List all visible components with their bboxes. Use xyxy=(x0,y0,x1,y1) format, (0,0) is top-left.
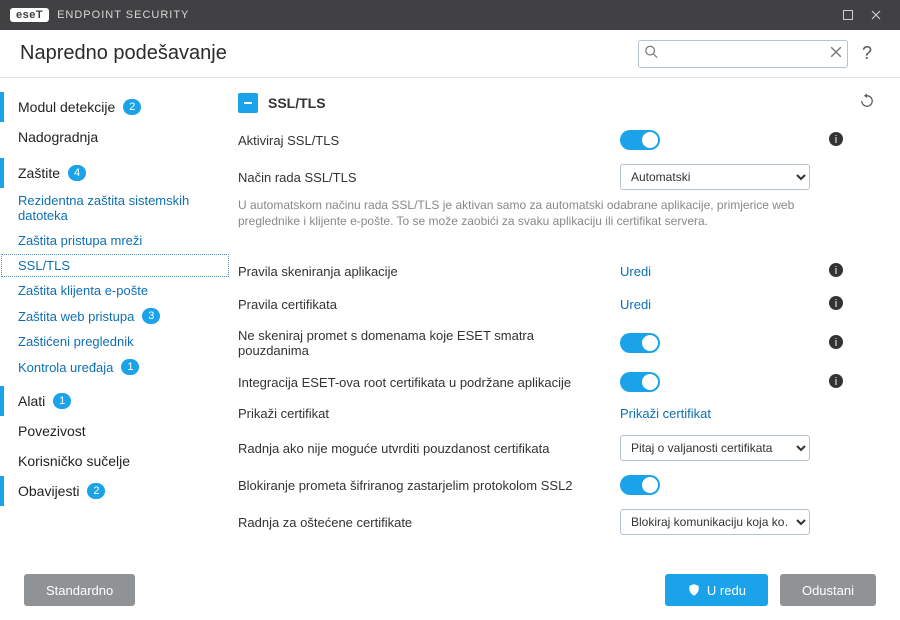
label: Pravila certifikata xyxy=(238,297,608,312)
sidebar-item-ui[interactable]: Korisničko sučelje xyxy=(0,446,230,476)
collapse-toggle[interactable] xyxy=(238,93,258,113)
sidebar-sub-network[interactable]: Zaštita pristupa mreži xyxy=(0,228,230,253)
row-unknown-cert: Radnja ako nije moguće utvrditi pouzdano… xyxy=(238,428,876,468)
sidebar-sub-ssltls[interactable]: SSL/TLS xyxy=(0,253,230,278)
row-show-cert: Prikaži certifikat Prikaži certifikat xyxy=(238,399,876,428)
badge: 2 xyxy=(87,483,105,499)
ok-label: U redu xyxy=(707,583,746,598)
sidebar-sub-email[interactable]: Zaštita klijenta e-pošte xyxy=(0,278,230,303)
svg-text:i: i xyxy=(835,337,837,349)
badge: 1 xyxy=(53,393,71,409)
footer: Standardno U redu Odustani xyxy=(0,560,900,620)
clear-search-icon[interactable] xyxy=(830,45,842,63)
sidebar-item-label: Rezidentna zaštita sistemskih datoteka xyxy=(18,193,212,223)
window-close-icon[interactable] xyxy=(862,0,890,30)
shield-icon xyxy=(687,583,701,597)
sidebar-item-label: Modul detekcije xyxy=(18,99,115,115)
label: Prikaži certifikat xyxy=(238,406,608,421)
title-bar: eseT ENDPOINT SECURITY xyxy=(0,0,900,30)
info-icon[interactable]: i xyxy=(822,373,844,392)
row-root-integration: Integracija ESET-ova root certifikata u … xyxy=(238,365,876,399)
mode-help-text: U automatskom načinu rada SSL/TLS je akt… xyxy=(238,197,798,241)
toggle-trusted-domains[interactable] xyxy=(620,333,660,353)
ok-button[interactable]: U redu xyxy=(665,574,768,606)
info-icon[interactable]: i xyxy=(822,262,844,281)
sidebar-item-label: Zaštita pristupa mreži xyxy=(18,233,142,248)
select-unknown-cert[interactable]: Pitaj o valjanosti certifikata xyxy=(620,435,810,461)
select-damaged-cert[interactable]: Blokiraj komunikaciju koja ko… xyxy=(620,509,810,535)
sidebar-item-label: Alati xyxy=(18,393,45,409)
badge: 2 xyxy=(123,99,141,115)
svg-text:i: i xyxy=(835,376,837,388)
link-show-cert[interactable]: Prikaži certifikat xyxy=(620,406,711,421)
sidebar-item-label: Zaštićeni preglednik xyxy=(18,334,134,349)
link-edit-app-rules[interactable]: Uredi xyxy=(620,264,651,279)
search-input[interactable] xyxy=(638,40,848,68)
info-icon[interactable]: i xyxy=(822,334,844,353)
sidebar-item-update[interactable]: Nadogradnja xyxy=(0,122,230,152)
sidebar-item-notifications[interactable]: Obavijesti 2 xyxy=(0,476,230,506)
label: Radnja za oštećene certifikate xyxy=(238,515,608,530)
main-panel: SSL/TLS Aktiviraj SSL/TLS i Način rada S… xyxy=(230,78,900,560)
sidebar-item-label: Kontrola uređaja xyxy=(18,360,113,375)
search-field[interactable] xyxy=(638,40,848,68)
sidebar-sub-device[interactable]: Kontrola uređaja 1 xyxy=(0,354,230,380)
label: Pravila skeniranja aplikacije xyxy=(238,264,608,279)
label: Radnja ako nije moguće utvrditi pouzdano… xyxy=(238,441,608,456)
window-maximize-icon[interactable] xyxy=(834,0,862,30)
row-ssl2-block: Blokiranje prometa šifriranog zastarjeli… xyxy=(238,468,876,502)
row-trusted-domains: Ne skeniraj promet s domenama koje ESET … xyxy=(238,321,876,365)
toggle-root-integration[interactable] xyxy=(620,372,660,392)
svg-text:i: i xyxy=(835,265,837,277)
toggle-enable-ssl[interactable] xyxy=(620,130,660,150)
row-cert-rules: Pravila certifikata Uredi i xyxy=(238,288,876,321)
sidebar-item-protections[interactable]: Zaštite 4 xyxy=(0,158,230,188)
label: Aktiviraj SSL/TLS xyxy=(238,133,608,148)
undo-icon[interactable] xyxy=(858,92,876,113)
sidebar-item-label: SSL/TLS xyxy=(18,258,70,273)
row-ssl-mode: Način rada SSL/TLS Automatski xyxy=(238,157,876,197)
svg-text:i: i xyxy=(835,298,837,310)
search-icon xyxy=(644,44,658,63)
row-damaged-cert: Radnja za oštećene certifikate Blokiraj … xyxy=(238,502,876,542)
row-app-rules: Pravila skeniranja aplikacije Uredi i xyxy=(238,255,876,288)
sidebar-item-detection[interactable]: Modul detekcije 2 xyxy=(0,92,230,122)
sidebar-sub-browser[interactable]: Zaštićeni preglednik xyxy=(0,329,230,354)
badge: 1 xyxy=(121,359,139,375)
info-icon[interactable]: i xyxy=(822,131,844,150)
page-title: Napredno podešavanje xyxy=(20,42,638,65)
link-edit-cert-rules[interactable]: Uredi xyxy=(620,297,651,312)
label: Blokiranje prometa šifriranog zastarjeli… xyxy=(238,478,608,493)
default-button[interactable]: Standardno xyxy=(24,574,135,606)
select-ssl-mode[interactable]: Automatski xyxy=(620,164,810,190)
sidebar-sub-web[interactable]: Zaštita web pristupa 3 xyxy=(0,303,230,329)
top-bar: Napredno podešavanje ? xyxy=(0,30,900,78)
section-title: SSL/TLS xyxy=(268,95,848,111)
brand-badge: eseT xyxy=(10,8,49,22)
badge: 3 xyxy=(142,308,160,324)
sidebar-item-connectivity[interactable]: Povezivost xyxy=(0,416,230,446)
sidebar-item-label: Zaštita web pristupa xyxy=(18,309,134,324)
svg-text:i: i xyxy=(835,134,837,146)
toggle-ssl2-block[interactable] xyxy=(620,475,660,495)
sidebar-item-label: Nadogradnja xyxy=(18,129,98,145)
info-icon[interactable]: i xyxy=(822,295,844,314)
label: Način rada SSL/TLS xyxy=(238,170,608,185)
sidebar-item-label: Zaštita klijenta e-pošte xyxy=(18,283,148,298)
sidebar-sub-resident[interactable]: Rezidentna zaštita sistemskih datoteka xyxy=(0,188,230,228)
sidebar: Modul detekcije 2 Nadogradnja Zaštite 4 Re… xyxy=(0,78,230,560)
sidebar-item-label: Korisničko sučelje xyxy=(18,453,130,469)
sidebar-item-label: Povezivost xyxy=(18,423,86,439)
label: Integracija ESET-ova root certifikata u … xyxy=(238,375,608,390)
help-button[interactable]: ? xyxy=(854,43,880,64)
cancel-button[interactable]: Odustani xyxy=(780,574,876,606)
sidebar-item-tools[interactable]: Alati 1 xyxy=(0,386,230,416)
label: Ne skeniraj promet s domenama koje ESET … xyxy=(238,328,608,358)
brand-name: ENDPOINT SECURITY xyxy=(57,9,189,21)
sidebar-item-label: Obavijesti xyxy=(18,483,79,499)
row-enable-ssl: Aktiviraj SSL/TLS i xyxy=(238,123,876,157)
sidebar-item-label: Zaštite xyxy=(18,165,60,181)
badge: 4 xyxy=(68,165,86,181)
